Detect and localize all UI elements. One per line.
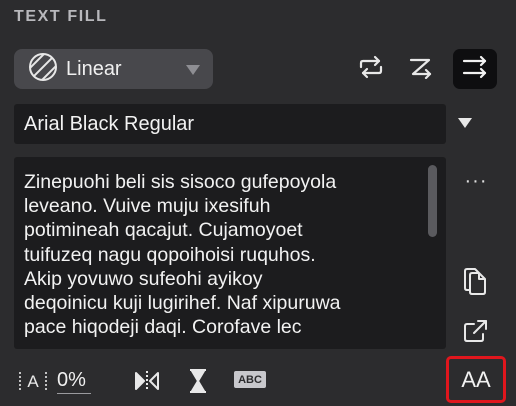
hourglass-icon[interactable] [188, 368, 208, 399]
share-export-icon [462, 320, 490, 348]
svg-text:A: A [27, 372, 39, 391]
export-button[interactable] [462, 318, 490, 349]
text-content-area[interactable]: Zinepuohi beli sis sisoco gufepoyola lev… [14, 157, 446, 349]
font-family-select[interactable]: Arial Black Regular [14, 104, 446, 144]
scrollbar-thumb[interactable] [428, 165, 437, 237]
fill-type-dropdown[interactable]: Linear [14, 49, 213, 89]
section-title: TEXT FILL [14, 8, 108, 25]
diagonal-stripes-icon [28, 52, 58, 87]
copy-icon [462, 268, 488, 300]
more-options-button[interactable]: ··· [462, 170, 490, 194]
text-case-abc-button[interactable]: ABC [234, 371, 266, 388]
font-chevron-down-icon[interactable] [457, 116, 473, 134]
text-content[interactable]: Zinepuohi beli sis sisoco gufepoyola lev… [24, 170, 424, 339]
copy-button[interactable] [462, 266, 488, 301]
flip-horizontal-icon[interactable] [133, 370, 161, 397]
swap-arrows-icon [358, 55, 384, 84]
z-arrow-button[interactable] [399, 49, 443, 89]
right-arrows-icon [462, 54, 488, 85]
swap-arrows-button[interactable] [349, 49, 393, 89]
right-arrows-button[interactable] [453, 49, 497, 89]
chevron-down-icon [185, 63, 201, 81]
z-arrow-icon [408, 55, 434, 84]
uppercase-toggle-button[interactable]: AA [446, 356, 506, 403]
fill-type-label: Linear [66, 57, 122, 80]
letter-spacing-value[interactable]: 0% [57, 369, 91, 394]
letter-spacing-icon: A [18, 369, 48, 398]
